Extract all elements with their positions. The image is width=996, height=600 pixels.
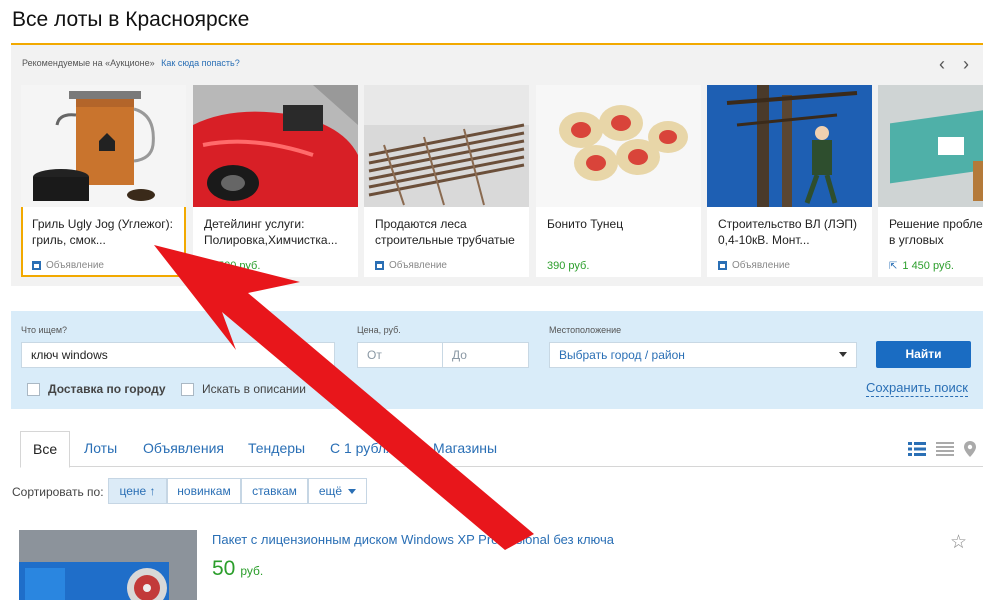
price-to-input[interactable]: До bbox=[442, 342, 529, 368]
compact-view-icon[interactable] bbox=[936, 442, 954, 456]
card-meta: 500 руб. bbox=[193, 256, 358, 276]
promo-card[interactable]: Бонито Тунец 390 руб. bbox=[536, 85, 701, 277]
recommended-carousel: Рекомендуемые на «Аукционе» Как сюда поп… bbox=[11, 43, 983, 286]
delivery-checkbox[interactable]: Доставка по городу bbox=[27, 382, 166, 396]
sort-label: Сортировать по: bbox=[12, 485, 104, 499]
tab-from-1-ruble[interactable]: С 1 рубля bbox=[330, 431, 394, 467]
card-title: Строительство ВЛ (ЛЭП) 0,4-10кВ. Монт... bbox=[718, 217, 858, 247]
price-label: Цена, руб. bbox=[357, 325, 401, 335]
promo-card[interactable]: Строительство ВЛ (ЛЭП) 0,4-10кВ. Монт...… bbox=[707, 85, 872, 277]
tab-ads[interactable]: Объявления bbox=[143, 431, 224, 467]
card-image-power-line bbox=[707, 85, 872, 207]
tab-tenders[interactable]: Тендеры bbox=[248, 431, 305, 467]
card-title: Гриль Ugly Jog (Углежог): гриль, смок... bbox=[32, 217, 173, 247]
price-from-input[interactable]: От bbox=[357, 342, 443, 368]
promo-arrow-icon: ⇱ bbox=[889, 260, 898, 272]
sort-new[interactable]: новинкам bbox=[167, 478, 241, 504]
sort-more[interactable]: ещё bbox=[308, 478, 367, 504]
find-button[interactable]: Найти bbox=[876, 341, 971, 368]
card-meta: 390 руб. bbox=[536, 256, 701, 276]
card-image-sushi bbox=[536, 85, 701, 207]
tab-lots[interactable]: Лоты bbox=[84, 431, 117, 467]
card-title: Детейлинг услуги: Полировка,Химчистка... bbox=[204, 217, 338, 247]
sort-price[interactable]: цене ↑ bbox=[108, 478, 167, 504]
card-meta-text: Объявление bbox=[46, 260, 104, 271]
carousel-label: Рекомендуемые на «Аукционе» bbox=[22, 58, 155, 68]
ad-icon bbox=[718, 261, 727, 270]
card-meta-text: Объявление bbox=[732, 260, 790, 271]
promo-card[interactable]: Продаются леса строительные трубчатые Об… bbox=[364, 85, 529, 277]
sort-bids[interactable]: ставкам bbox=[241, 478, 308, 504]
listing-price-currency: руб. bbox=[240, 564, 264, 578]
card-price: 1 450 руб. bbox=[902, 260, 954, 272]
carousel-next-button[interactable]: › bbox=[963, 55, 969, 73]
card-title: Бонито Тунец bbox=[547, 217, 624, 231]
search-input[interactable]: ключ windows bbox=[21, 342, 335, 368]
tab-all[interactable]: Все bbox=[20, 431, 71, 468]
card-image-insulation bbox=[878, 85, 983, 207]
listing-image[interactable] bbox=[19, 530, 197, 600]
listing-title-link[interactable]: Пакет с лицензионным диском Windows XP P… bbox=[212, 532, 614, 547]
card-price: 500 руб. bbox=[218, 260, 261, 272]
card-image-grill bbox=[21, 85, 186, 207]
favorite-star-icon[interactable]: ☆ bbox=[950, 531, 967, 554]
map-pin-icon[interactable] bbox=[964, 441, 976, 457]
ad-icon bbox=[375, 261, 384, 270]
list-view-icon[interactable] bbox=[908, 442, 926, 456]
promo-card[interactable]: Решение пробле холода в угловых ⇱ 1 450 … bbox=[878, 85, 983, 277]
ad-icon bbox=[32, 261, 41, 270]
listing-price-value: 50 bbox=[212, 557, 236, 580]
chevron-down-icon bbox=[348, 489, 357, 495]
card-title: Продаются леса строительные трубчатые bbox=[375, 217, 515, 247]
save-search-link[interactable]: Сохранить поиск bbox=[866, 380, 968, 397]
promo-card[interactable]: Детейлинг услуги: Полировка,Химчистка...… bbox=[193, 85, 358, 277]
search-description-label: Искать в описании bbox=[202, 382, 306, 396]
location-label: Местоположение bbox=[549, 325, 622, 335]
checkbox-box[interactable] bbox=[27, 382, 40, 396]
card-price: 390 руб. bbox=[547, 260, 590, 272]
page-title: Все лоты в Красноярске bbox=[12, 8, 250, 31]
sort-more-label: ещё bbox=[318, 484, 343, 498]
search-description-checkbox[interactable]: Искать в описании bbox=[181, 382, 306, 396]
promo-card[interactable]: Гриль Ugly Jog (Углежог): гриль, смок...… bbox=[21, 85, 186, 277]
tab-shops[interactable]: Магазины bbox=[433, 431, 497, 467]
card-meta: ⇱ 1 450 руб. bbox=[878, 256, 983, 276]
listing-price: 50 руб. bbox=[212, 557, 263, 581]
card-image-car bbox=[193, 85, 358, 207]
card-image-scaffolding bbox=[364, 85, 529, 207]
ad-icon bbox=[204, 261, 213, 271]
how-to-get-here-link[interactable]: Как сюда попасть? bbox=[161, 58, 240, 68]
card-title: Решение пробле холода в угловых bbox=[889, 217, 983, 247]
delivery-label: Доставка по городу bbox=[48, 382, 166, 396]
listing-tabs: Все Лоты Объявления Тендеры С 1 рубля Ма… bbox=[20, 431, 983, 468]
location-select[interactable]: Выбрать город / район bbox=[549, 342, 857, 368]
card-meta: Объявление bbox=[21, 256, 186, 275]
carousel-prev-button[interactable]: ‹ bbox=[939, 55, 945, 73]
card-meta-text: Объявление bbox=[389, 260, 447, 271]
query-label: Что ищем? bbox=[21, 325, 68, 335]
location-value: Выбрать город / район bbox=[559, 348, 685, 362]
card-meta: Объявление bbox=[364, 256, 529, 275]
checkbox-box[interactable] bbox=[181, 382, 194, 396]
chevron-down-icon bbox=[839, 352, 847, 357]
carousel-header: Рекомендуемые на «Аукционе» Как сюда поп… bbox=[22, 58, 240, 68]
search-panel: Что ищем? ключ windows Цена, руб. От До … bbox=[11, 311, 983, 409]
card-meta: Объявление bbox=[707, 256, 872, 275]
